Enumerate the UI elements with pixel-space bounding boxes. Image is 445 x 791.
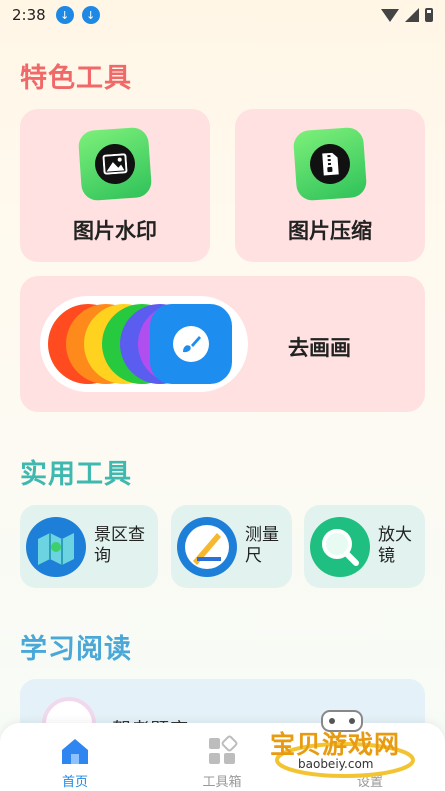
- tool-label: 图片压缩: [288, 219, 372, 243]
- section-title-study: 学习阅读: [20, 634, 132, 665]
- nav-label: 首页: [61, 775, 88, 790]
- tool-card-magnifier[interactable]: 放大镜: [304, 505, 425, 588]
- nav-home[interactable]: 首页: [30, 735, 120, 790]
- magnifier-icon: [310, 517, 370, 577]
- battery-icon: [425, 8, 433, 22]
- section-title-practical: 实用工具: [20, 459, 132, 490]
- nav-label: 工具箱: [202, 775, 242, 790]
- map-icon: [26, 517, 86, 577]
- tool-label: 图片水印: [73, 219, 157, 243]
- watermark-text: 宝贝游戏网: [270, 730, 401, 759]
- tool-card-paint[interactable]: 去画画: [20, 276, 425, 412]
- site-watermark-logo: 宝贝游戏网 baobeiy.com: [270, 705, 415, 785]
- tool-card-image-compress[interactable]: 图片压缩: [235, 109, 425, 262]
- tool-label: 景区查询: [94, 525, 145, 566]
- image-icon: [77, 126, 153, 202]
- tool-card-scenic-search[interactable]: 景区查询: [20, 505, 158, 588]
- tool-label: 测量尺: [245, 525, 279, 566]
- download-notification-icon: ↓: [81, 6, 100, 24]
- status-time: 2:38: [12, 6, 46, 24]
- zip-file-icon: [292, 126, 368, 202]
- tool-card-ruler[interactable]: 测量尺: [171, 505, 292, 588]
- section-title-featured: 特色工具: [20, 63, 132, 94]
- status-bar: 2:38 ↓ ↓: [0, 0, 445, 30]
- tool-label: 去画画: [288, 336, 351, 360]
- watermark-url: baobeiy.com: [298, 757, 374, 771]
- home-icon: [59, 735, 91, 767]
- rainbow-graphic: [40, 296, 248, 392]
- ruler-icon: [177, 517, 237, 577]
- wifi-icon: [381, 8, 399, 22]
- signal-icon: [405, 8, 419, 22]
- download-notification-icon: ↓: [55, 6, 74, 24]
- paint-brush-icon: [150, 304, 232, 384]
- toolbox-icon: [206, 735, 238, 767]
- nav-toolbox[interactable]: 工具箱: [177, 735, 267, 790]
- tool-label: 放大镜: [378, 525, 412, 566]
- tool-card-image-watermark[interactable]: 图片水印: [20, 109, 210, 262]
